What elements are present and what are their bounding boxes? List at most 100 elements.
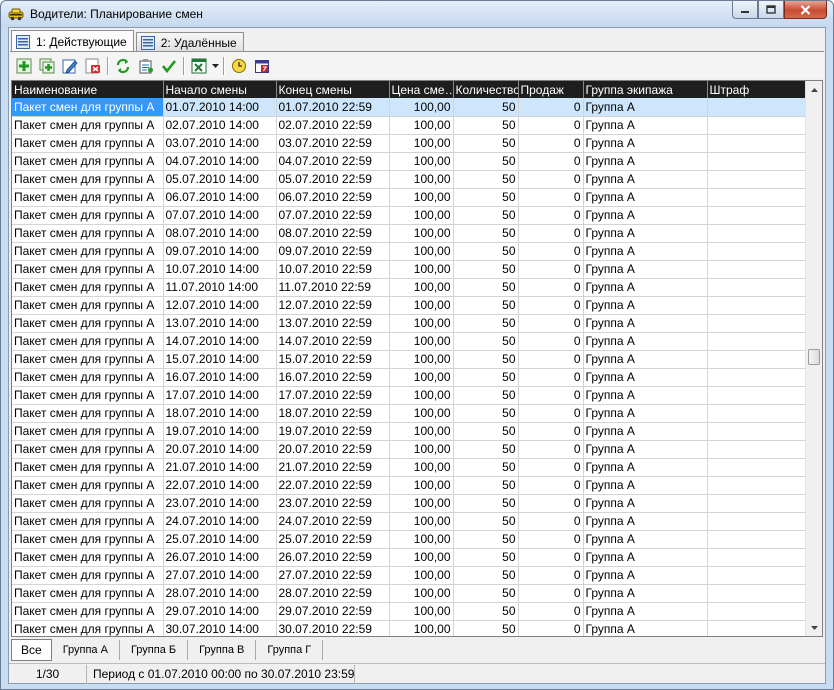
table-cell[interactable]: 100,00 xyxy=(389,206,454,225)
table-row[interactable]: Пакет смен для группы А 03.07.2010 14:00 0… xyxy=(12,134,807,153)
table-row[interactable]: Пакет смен для группы А 12.07.2010 14:00 1… xyxy=(12,296,807,315)
table-cell[interactable]: 50 xyxy=(453,422,519,441)
table-cell[interactable]: 29.07.2010 22:59 xyxy=(276,602,390,621)
table-cell[interactable]: 23.07.2010 14:00 xyxy=(163,494,277,513)
table-cell[interactable] xyxy=(707,152,807,171)
table-cell[interactable]: 0 xyxy=(518,404,584,423)
table-cell[interactable]: Пакет смен для группы А xyxy=(12,314,164,333)
table-cell[interactable]: 0 xyxy=(518,530,584,549)
table-row[interactable]: Пакет смен для группы А 22.07.2010 14:00 2… xyxy=(12,476,807,495)
table-cell[interactable]: 100,00 xyxy=(389,296,454,315)
table-cell[interactable]: Группа А xyxy=(583,260,708,279)
table-cell[interactable]: 17.07.2010 14:00 xyxy=(163,386,277,405)
tab-deleted[interactable]: 2: Удалённые xyxy=(135,32,244,52)
table-cell[interactable]: 04.07.2010 14:00 xyxy=(163,152,277,171)
table-cell[interactable]: Пакет смен для группы А xyxy=(12,170,164,189)
table-cell[interactable]: 15.07.2010 22:59 xyxy=(276,350,390,369)
table-cell[interactable]: 100,00 xyxy=(389,152,454,171)
close-button[interactable] xyxy=(784,1,827,19)
table-cell[interactable]: Пакет смен для группы А xyxy=(12,134,164,153)
table-cell[interactable]: 02.07.2010 14:00 xyxy=(163,116,277,135)
table-cell[interactable]: Группа А xyxy=(583,332,708,351)
table-cell[interactable]: 100,00 xyxy=(389,314,454,333)
table-row[interactable]: Пакет смен для группы А 21.07.2010 14:00 2… xyxy=(12,458,807,477)
table-cell[interactable]: 100,00 xyxy=(389,188,454,207)
table-row[interactable]: Пакет смен для группы А 04.07.2010 14:00 0… xyxy=(12,152,807,171)
group-tab[interactable]: Группа Б xyxy=(120,640,189,660)
table-cell[interactable]: 100,00 xyxy=(389,404,454,423)
table-cell[interactable]: 02.07.2010 22:59 xyxy=(276,116,390,135)
column-header[interactable]: Цена сме… xyxy=(389,81,454,98)
table-cell[interactable]: Группа А xyxy=(583,296,708,315)
table-cell[interactable]: 50 xyxy=(453,476,519,495)
table-cell[interactable] xyxy=(707,404,807,423)
table-cell[interactable]: Пакет смен для группы А xyxy=(12,368,164,387)
table-row[interactable]: Пакет смен для группы А 18.07.2010 14:00 1… xyxy=(12,404,807,423)
table-cell[interactable]: Группа А xyxy=(583,494,708,513)
table-cell[interactable]: Пакет смен для группы А xyxy=(12,260,164,279)
table-cell[interactable]: 50 xyxy=(453,206,519,225)
table-cell[interactable]: 27.07.2010 22:59 xyxy=(276,566,390,585)
table-cell[interactable]: Группа А xyxy=(583,116,708,135)
table-cell[interactable]: 100,00 xyxy=(389,368,454,387)
table-cell[interactable] xyxy=(707,242,807,261)
table-cell[interactable]: 19.07.2010 14:00 xyxy=(163,422,277,441)
table-row[interactable]: Пакет смен для группы А 20.07.2010 14:00 2… xyxy=(12,440,807,459)
table-cell[interactable]: 19.07.2010 22:59 xyxy=(276,422,390,441)
table-cell[interactable]: Группа А xyxy=(583,314,708,333)
table-cell[interactable]: 50 xyxy=(453,458,519,477)
table-cell[interactable]: 06.07.2010 14:00 xyxy=(163,188,277,207)
table-cell[interactable] xyxy=(707,566,807,585)
group-tab[interactable]: Группа А xyxy=(52,640,120,660)
delete-button[interactable] xyxy=(81,55,104,77)
edit-button[interactable] xyxy=(58,55,81,77)
table-cell[interactable]: 50 xyxy=(453,584,519,603)
group-tab[interactable]: Все xyxy=(11,639,52,661)
table-cell[interactable]: Пакет смен для группы А xyxy=(12,602,164,621)
table-row[interactable]: Пакет смен для группы А 29.07.2010 14:00 2… xyxy=(12,602,807,621)
table-cell[interactable]: 0 xyxy=(518,566,584,585)
add-button[interactable] xyxy=(12,55,35,77)
table-cell[interactable]: Группа А xyxy=(583,404,708,423)
table-row[interactable]: Пакет смен для группы А 26.07.2010 14:00 2… xyxy=(12,548,807,567)
table-cell[interactable]: Пакет смен для группы А xyxy=(12,242,164,261)
table-cell[interactable]: 100,00 xyxy=(389,548,454,567)
table-cell[interactable] xyxy=(707,602,807,621)
table-cell[interactable]: Группа А xyxy=(583,476,708,495)
table-cell[interactable]: 24.07.2010 22:59 xyxy=(276,512,390,531)
table-cell[interactable]: Группа А xyxy=(583,440,708,459)
table-cell[interactable]: 23.07.2010 22:59 xyxy=(276,494,390,513)
table-row[interactable]: Пакет смен для группы А 08.07.2010 14:00 0… xyxy=(12,224,807,243)
table-cell[interactable]: Пакет смен для группы А xyxy=(12,512,164,531)
table-cell[interactable]: 06.07.2010 22:59 xyxy=(276,188,390,207)
table-cell[interactable]: 09.07.2010 22:59 xyxy=(276,242,390,261)
table-cell[interactable]: 50 xyxy=(453,386,519,405)
table-cell[interactable] xyxy=(707,530,807,549)
table-cell[interactable]: Пакет смен для группы А xyxy=(12,350,164,369)
table-cell[interactable] xyxy=(707,476,807,495)
table-cell[interactable] xyxy=(707,170,807,189)
table-cell[interactable]: 0 xyxy=(518,386,584,405)
column-header[interactable]: Наименование xyxy=(12,81,164,98)
table-row[interactable]: Пакет смен для группы А 05.07.2010 14:00 0… xyxy=(12,170,807,189)
table-cell[interactable]: 50 xyxy=(453,278,519,297)
group-tab[interactable]: Группа В xyxy=(188,640,257,660)
table-cell[interactable]: 24.07.2010 14:00 xyxy=(163,512,277,531)
table-cell[interactable]: 25.07.2010 22:59 xyxy=(276,530,390,549)
table-cell[interactable]: 0 xyxy=(518,314,584,333)
table-cell[interactable]: 100,00 xyxy=(389,602,454,621)
column-header[interactable]: Конец смены xyxy=(276,81,390,98)
table-row[interactable]: Пакет смен для группы А 17.07.2010 14:00 1… xyxy=(12,386,807,405)
table-cell[interactable]: 50 xyxy=(453,368,519,387)
table-cell[interactable]: 12.07.2010 22:59 xyxy=(276,296,390,315)
table-cell[interactable]: 05.07.2010 22:59 xyxy=(276,170,390,189)
table-cell[interactable]: 100,00 xyxy=(389,98,454,117)
table-cell[interactable]: 0 xyxy=(518,548,584,567)
table-cell[interactable]: 03.07.2010 14:00 xyxy=(163,134,277,153)
table-cell[interactable]: 13.07.2010 14:00 xyxy=(163,314,277,333)
table-cell[interactable] xyxy=(707,350,807,369)
table-cell[interactable]: 50 xyxy=(453,494,519,513)
table-cell[interactable]: 50 xyxy=(453,116,519,135)
table-cell[interactable]: Группа А xyxy=(583,188,708,207)
table-cell[interactable]: Группа А xyxy=(583,548,708,567)
